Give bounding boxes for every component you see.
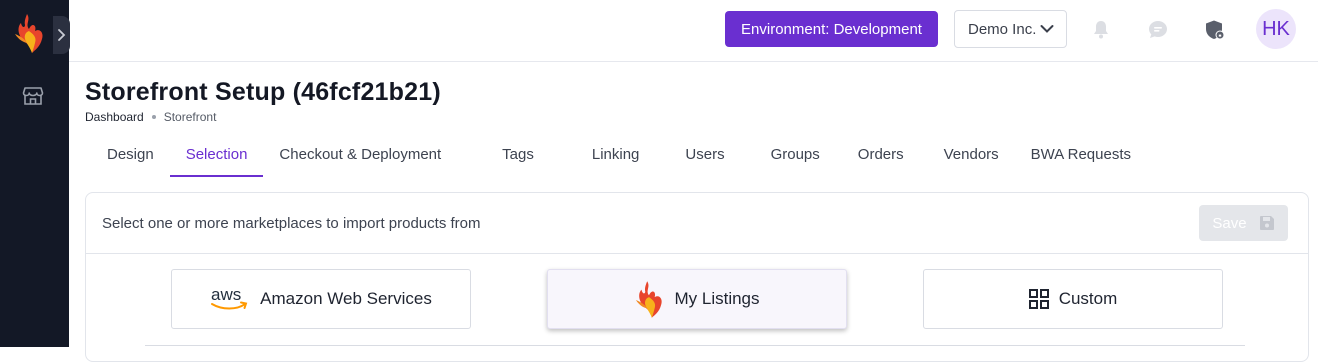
chevron-right-icon bbox=[58, 29, 66, 41]
tab-linking[interactable]: Linking bbox=[563, 132, 669, 177]
breadcrumb-separator bbox=[151, 115, 156, 119]
save-label: Save bbox=[1212, 214, 1247, 232]
tab-users[interactable]: Users bbox=[668, 132, 751, 177]
save-button[interactable]: Save bbox=[1199, 205, 1288, 241]
storefront-icon[interactable] bbox=[21, 84, 45, 108]
breadcrumb-dashboard[interactable]: Dashboard bbox=[85, 110, 144, 124]
marketplace-card-custom[interactable]: Custom bbox=[923, 269, 1223, 329]
tab-orders[interactable]: Orders bbox=[842, 132, 924, 177]
tab-tags[interactable]: Tags bbox=[457, 132, 563, 177]
marketplace-label-custom: Custom bbox=[1058, 289, 1118, 308]
tab-vendors[interactable]: Vendors bbox=[924, 132, 1015, 177]
floppy-disk-icon bbox=[1259, 216, 1274, 230]
shield-lock-icon[interactable] bbox=[1203, 18, 1227, 42]
tab-groups[interactable]: Groups bbox=[752, 132, 842, 177]
top-bar: Environment: Development Demo Inc. HK bbox=[69, 0, 1318, 62]
environment-button[interactable]: Environment: Development bbox=[725, 11, 938, 47]
sidebar bbox=[0, 0, 70, 347]
user-avatar[interactable]: HK bbox=[1256, 9, 1296, 49]
breadcrumb: Dashboard Storefront bbox=[85, 110, 216, 124]
flame-logo-icon bbox=[636, 281, 663, 318]
bell-icon[interactable] bbox=[1089, 18, 1113, 42]
svg-text:aws: aws bbox=[211, 286, 241, 304]
tab-bwa-requests[interactable]: BWA Requests bbox=[1015, 132, 1147, 177]
tab-checkout-deployment[interactable]: Checkout & Deployment bbox=[263, 132, 457, 177]
sidebar-collapse-button[interactable] bbox=[53, 16, 70, 54]
tab-design[interactable]: Design bbox=[91, 132, 170, 177]
grid-icon bbox=[1028, 289, 1049, 309]
organization-name: Demo Inc. bbox=[968, 20, 1037, 38]
chat-icon[interactable] bbox=[1146, 18, 1170, 42]
marketplace-card-aws[interactable]: aws Amazon Web Services bbox=[171, 269, 471, 329]
marketplace-card-my-listings[interactable]: My Listings bbox=[547, 269, 847, 329]
tab-bar: Design Selection Checkout & Deployment T… bbox=[91, 132, 1147, 177]
breadcrumb-storefront: Storefront bbox=[163, 110, 217, 124]
panel-header: Select one or more marketplaces to impor… bbox=[86, 193, 1308, 254]
page-title: Storefront Setup (46fcf21b21) bbox=[85, 78, 441, 106]
chevron-down-icon bbox=[1040, 25, 1054, 33]
app-logo-icon[interactable] bbox=[13, 12, 45, 54]
divider bbox=[145, 345, 1245, 346]
instructions-text: Select one or more marketplaces to impor… bbox=[102, 215, 481, 232]
organization-select[interactable]: Demo Inc. bbox=[954, 10, 1067, 48]
marketplace-label-my-listings: My Listings bbox=[674, 289, 760, 308]
marketplace-label-aws: Amazon Web Services bbox=[260, 289, 432, 308]
tab-selection[interactable]: Selection bbox=[169, 132, 264, 177]
aws-logo-icon: aws bbox=[211, 286, 248, 310]
